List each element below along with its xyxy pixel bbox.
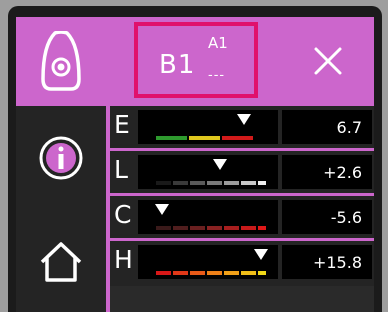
metric-letter: L [114,155,128,184]
metric-bar [138,245,278,279]
scale-segment [173,271,188,275]
metric-letter: E [114,110,130,139]
metric-marker [237,114,251,125]
scale-segment [241,271,256,275]
metric-value: +15.8 [282,245,372,279]
device-sensor-icon [41,31,81,91]
close-button[interactable] [306,39,350,83]
metric-letter: H [114,245,133,274]
scale-segment-green [156,136,187,140]
metric-value: +2.6 [282,155,372,189]
scale-segment [224,181,239,185]
metric-value: 6.7 [282,110,372,144]
measurement-main-label: B1 [159,50,196,80]
scale-segment [224,271,239,275]
scale-segment [258,181,266,185]
metric-row-e: E 6.7 [110,106,374,151]
scale-segment [156,181,171,185]
metric-value: -5.6 [282,200,372,234]
metric-bar [138,110,278,144]
scale-segment [190,181,205,185]
measurement-reference-label: A1 [208,34,228,52]
scale-segment-red [222,136,253,140]
scale-segment [258,226,266,230]
scale-segment [190,271,205,275]
scale-segment-yellow [189,136,220,140]
sidebar-device-tile[interactable] [16,17,106,106]
scale-segment [173,181,188,185]
metric-scale [156,226,266,230]
metric-row-c: C -5.6 [110,196,374,241]
metric-bar [138,155,278,189]
scale-segment [207,271,222,275]
metric-marker [155,204,169,215]
measurement-placeholder: --- [208,68,226,83]
home-button[interactable] [16,222,106,302]
metric-row-l: L +2.6 [110,151,374,196]
scale-segment [241,181,256,185]
info-button[interactable] [16,118,106,198]
metric-row-h: H +15.8 [110,241,374,286]
metric-letter: C [114,200,132,229]
scale-segment [241,226,256,230]
metric-bar [138,200,278,234]
metric-scale [156,136,266,140]
close-icon [314,47,342,75]
home-icon [40,242,82,282]
scale-segment [258,271,266,275]
measurement-selector[interactable]: B1 A1 --- [134,22,258,98]
metric-scale [156,271,266,275]
scale-segment [190,226,205,230]
metric-marker [254,249,268,260]
scale-segment [156,271,171,275]
scale-segment [207,226,222,230]
scale-segment [207,181,222,185]
header: B1 A1 --- [110,17,374,106]
sidebar [16,17,106,312]
screen: B1 A1 --- E 6.7 L +2.6 C -5.6 H +15.8 [16,17,374,312]
metric-marker [213,159,227,170]
scale-segment [173,226,188,230]
scale-segment [224,226,239,230]
info-icon [39,136,83,180]
scale-segment [156,226,171,230]
device-sensor-button[interactable] [16,22,106,102]
metric-scale [156,181,266,185]
